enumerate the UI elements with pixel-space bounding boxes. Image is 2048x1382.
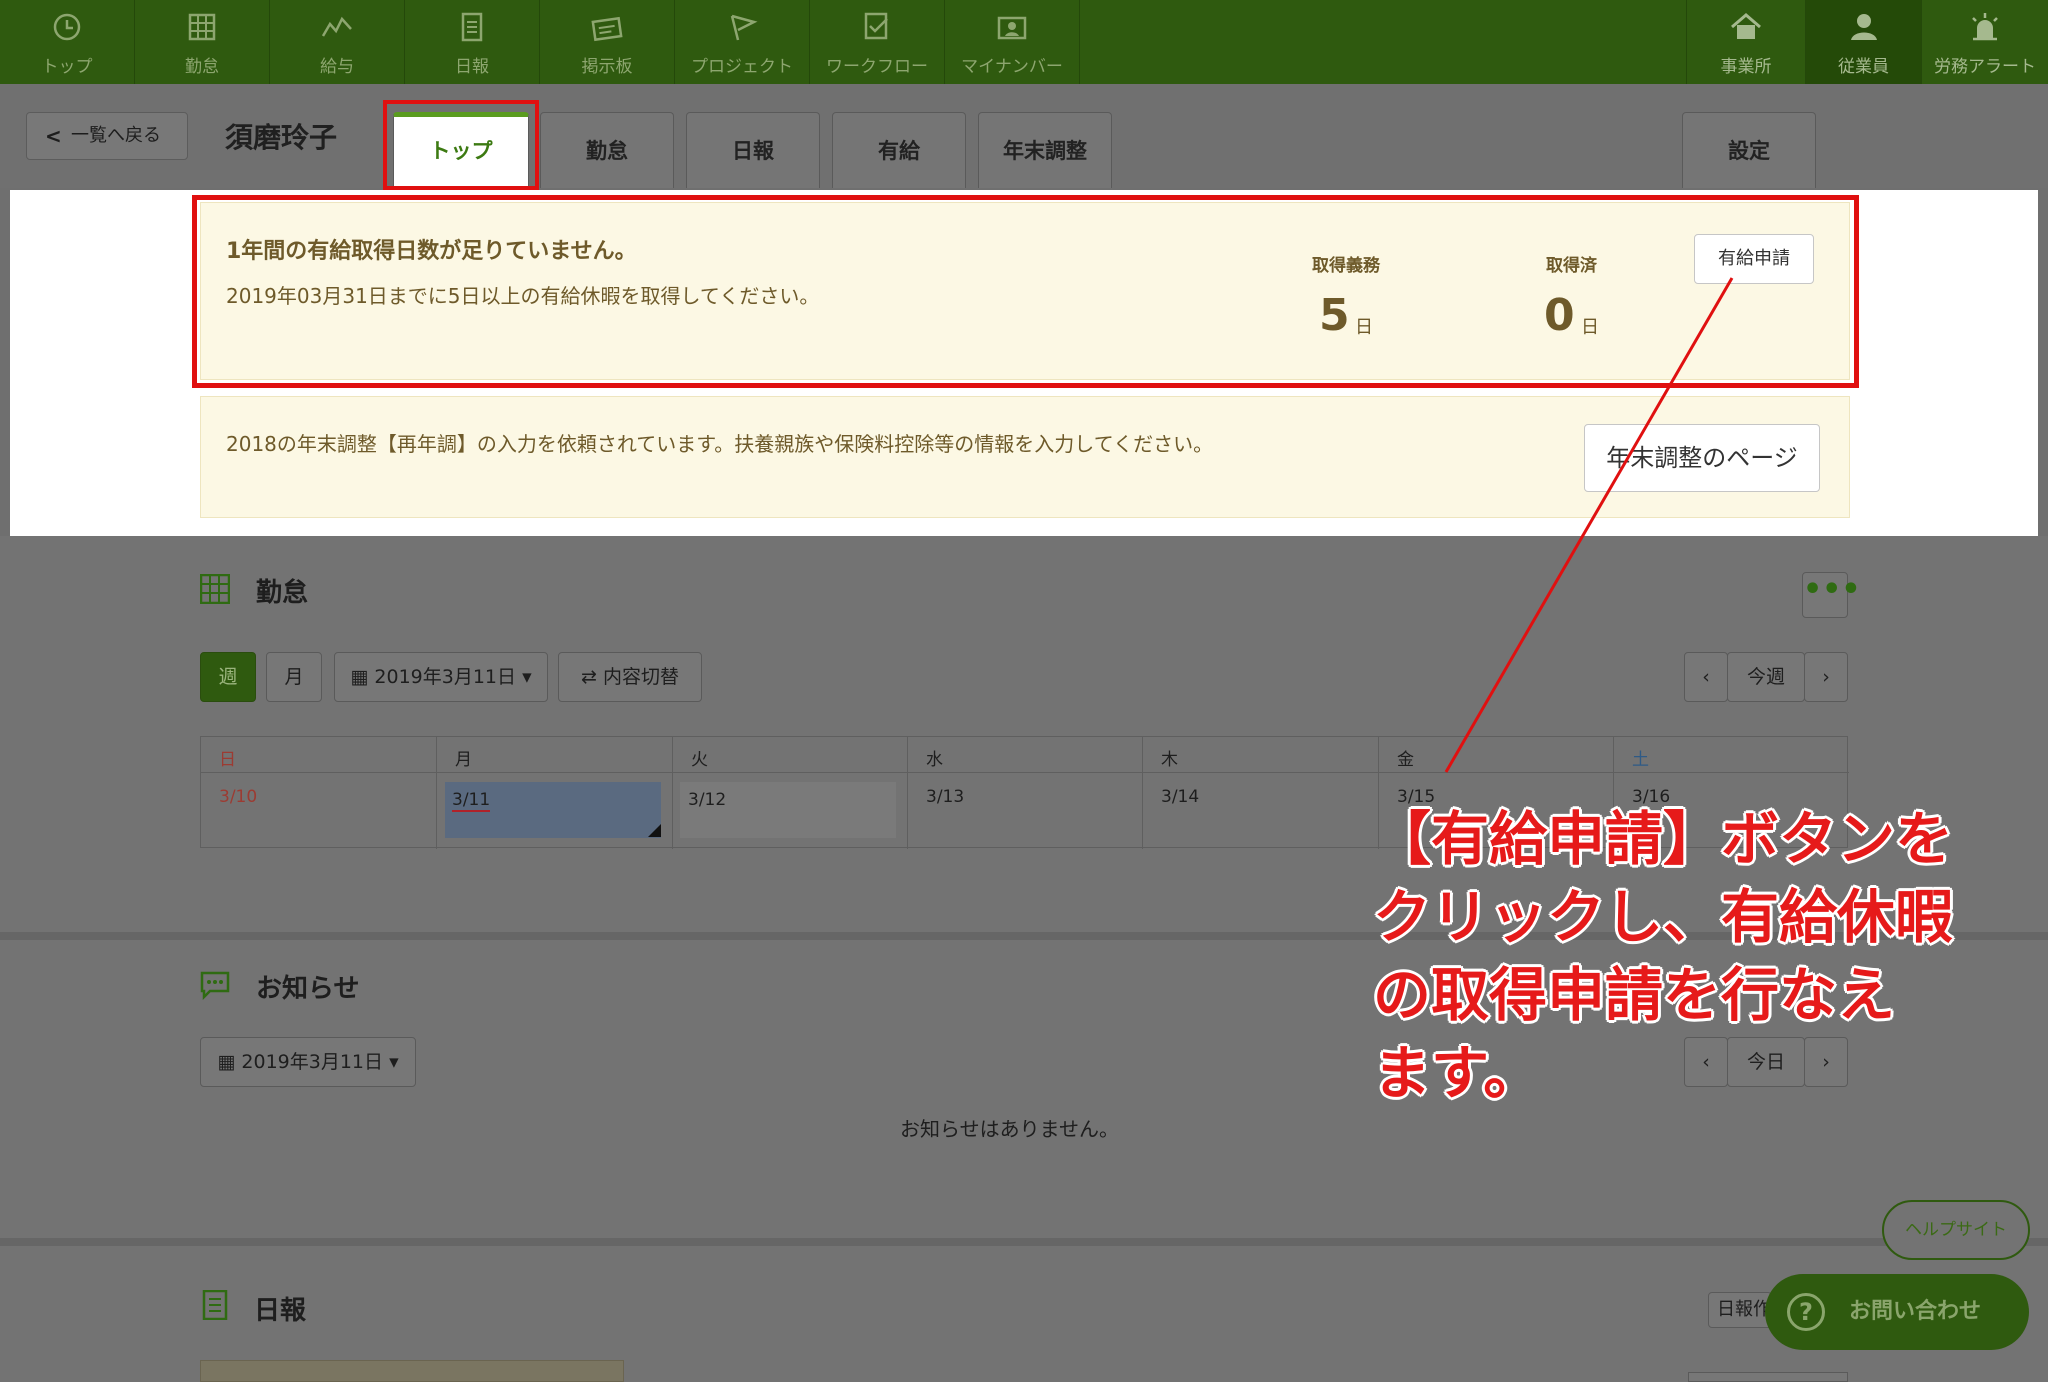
annotation-line-2: クリックし、有給休暇 (1373, 883, 1954, 951)
annotation-arrow-line (1444, 277, 1734, 773)
annotation-callout: 【有給申請】ボタンを クリックし、有給休暇 の取得申請を行なえ ます。 (1373, 800, 1973, 1112)
annotation-line-1: 【有給申請】ボタンを (1373, 805, 1954, 873)
annotation-line-3: の取得申請を行なえ (1373, 961, 1896, 1029)
annotation-line-4: ます。 (1373, 1039, 1542, 1107)
